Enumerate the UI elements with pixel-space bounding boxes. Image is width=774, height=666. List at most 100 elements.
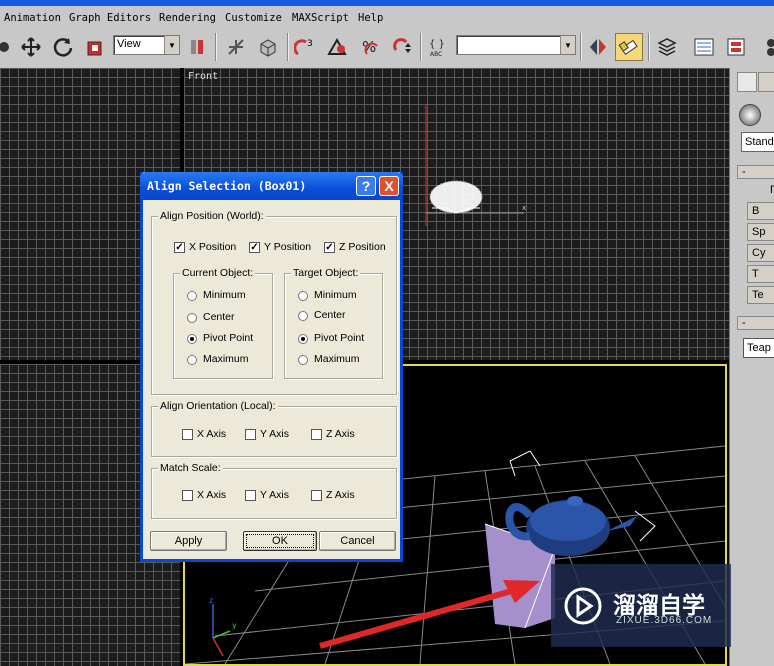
menu-graph-editors[interactable]: Graph Editors	[69, 12, 151, 24]
target-pivot-radio[interactable]	[298, 334, 308, 344]
command-panel: Stand - Γ B Sp Cy T Te - Teap	[729, 68, 774, 666]
create-tab-icon[interactable]	[737, 72, 757, 92]
select-object-icon[interactable]	[0, 35, 16, 59]
orient-x-label: X Axis	[197, 428, 227, 440]
menu-animation[interactable]: Animation	[4, 12, 61, 24]
current-center-label: Center	[203, 311, 235, 323]
current-maximum-label: Maximum	[203, 353, 249, 365]
toolbar-separator	[648, 33, 650, 61]
apply-button[interactable]: Apply	[150, 531, 227, 551]
svg-text:x: x	[522, 204, 526, 212]
scale-z-checkbox[interactable]	[311, 490, 322, 501]
z-position-label: Z Position	[339, 241, 386, 253]
geometry-category-icon[interactable]	[739, 104, 761, 126]
modify-tab-icon[interactable]	[758, 72, 774, 92]
y-position-label: Y Position	[264, 241, 312, 253]
angle-snap-icon[interactable]	[325, 35, 349, 59]
teapot-button[interactable]: Te	[747, 286, 774, 304]
target-minimum-radio[interactable]	[298, 291, 308, 301]
align-orientation-label: Align Orientation (Local):	[158, 400, 278, 412]
curve-editor-icon[interactable]	[692, 35, 716, 59]
object-type-dropdown[interactable]: Stand	[741, 132, 774, 152]
scale-x-label: X Axis	[197, 489, 227, 501]
orient-x-checkbox[interactable]	[182, 429, 193, 440]
x-position-checkbox[interactable]: ✓	[174, 242, 185, 253]
current-pivot-label: Pivot Point	[203, 332, 254, 344]
pivot-center-icon[interactable]	[185, 35, 209, 59]
svg-text:y: y	[232, 621, 237, 630]
percent-snap-icon[interactable]: %	[358, 35, 382, 59]
box-button[interactable]: B	[747, 202, 774, 220]
select-move-icon[interactable]	[19, 35, 43, 59]
box-icon[interactable]	[256, 35, 280, 59]
rotate-icon[interactable]	[51, 35, 75, 59]
scale-x-checkbox[interactable]	[182, 490, 193, 501]
current-center-radio[interactable]	[187, 313, 197, 323]
current-object-label: Current Object:	[180, 267, 256, 279]
current-pivot-radio[interactable]	[187, 334, 197, 344]
snap-toggle-icon[interactable]: 3	[294, 35, 318, 59]
menu-customize[interactable]: Customize	[225, 12, 282, 24]
close-button[interactable]: X	[379, 176, 399, 196]
mirror-icon[interactable]	[586, 35, 610, 59]
material-editor-icon[interactable]	[758, 35, 774, 59]
current-maximum-radio[interactable]	[187, 355, 197, 365]
scale-z-label: Z Axis	[326, 489, 355, 501]
svg-text:3: 3	[307, 39, 313, 49]
manipulate-icon[interactable]	[224, 35, 248, 59]
target-center-radio[interactable]	[298, 311, 308, 321]
y-position-checkbox[interactable]: ✓	[249, 242, 260, 253]
menu-maxscript[interactable]: MAXScript	[292, 12, 349, 24]
cancel-button[interactable]: Cancel	[319, 531, 396, 551]
sphere-button[interactable]: Sp	[747, 223, 774, 241]
object-name-field[interactable]: Teap	[743, 338, 774, 358]
current-minimum-label: Minimum	[203, 289, 246, 301]
target-maximum-radio[interactable]	[298, 355, 308, 365]
align-selection-dialog: Align Selection (Box01) ? X Align Positi…	[140, 172, 403, 562]
reference-coord-dropdown[interactable]: View ▼	[113, 35, 180, 55]
target-pivot-label: Pivot Point	[314, 332, 365, 344]
main-toolbar: View ▼ 3 % { } ABC ▼	[0, 27, 774, 69]
align-position-label: Align Position (World):	[158, 210, 266, 222]
target-object-label: Target Object:	[291, 267, 361, 279]
match-scale-label: Match Scale:	[158, 462, 223, 474]
z-position-checkbox[interactable]: ✓	[324, 242, 335, 253]
autogrid-button[interactable]: Γ	[766, 182, 774, 200]
schematic-view-icon[interactable]	[724, 35, 748, 59]
toolbar-separator	[420, 33, 422, 61]
menu-bar: Animation Graph Editors Rendering Custom…	[0, 0, 774, 27]
layers-icon[interactable]	[655, 35, 679, 59]
dialog-titlebar[interactable]: Align Selection (Box01) ? X	[140, 172, 403, 200]
orient-y-label: Y Axis	[260, 428, 289, 440]
scale-y-checkbox[interactable]	[245, 490, 256, 501]
watermark-url: ZIXUE.3D66.COM	[616, 615, 713, 626]
svg-text:z: z	[209, 596, 213, 605]
ok-button[interactable]: OK	[243, 531, 317, 551]
target-center-label: Center	[314, 309, 346, 321]
current-minimum-radio[interactable]	[187, 291, 197, 301]
target-maximum-label: Maximum	[314, 353, 360, 365]
edit-named-selection-icon[interactable]: { } ABC	[426, 35, 450, 59]
rollout-name-color[interactable]: -	[737, 316, 774, 330]
toolbar-separator	[580, 33, 582, 61]
torus-button[interactable]: T	[747, 265, 774, 283]
spinner-snap-icon[interactable]	[390, 35, 414, 59]
scale-icon[interactable]	[83, 35, 107, 59]
dialog-title: Align Selection (Box01)	[147, 179, 307, 193]
menu-rendering[interactable]: Rendering	[159, 12, 216, 24]
orient-z-checkbox[interactable]	[311, 429, 322, 440]
target-minimum-label: Minimum	[314, 289, 357, 301]
orient-z-label: Z Axis	[326, 428, 355, 440]
play-logo-icon	[564, 587, 602, 625]
align-icon[interactable]	[615, 33, 643, 61]
x-position-label: X Position	[189, 241, 237, 253]
help-button[interactable]: ?	[356, 176, 376, 196]
rollout-object-type[interactable]: -	[737, 165, 774, 179]
named-selection-dropdown[interactable]: ▼	[456, 35, 576, 55]
toolbar-separator	[287, 33, 289, 61]
menu-help[interactable]: Help	[358, 12, 383, 24]
orient-y-checkbox[interactable]	[245, 429, 256, 440]
cylinder-button[interactable]: Cy	[747, 244, 774, 262]
watermark: 溜溜自学 ZIXUE.3D66.COM	[551, 564, 731, 647]
toolbar-separator	[215, 33, 217, 61]
